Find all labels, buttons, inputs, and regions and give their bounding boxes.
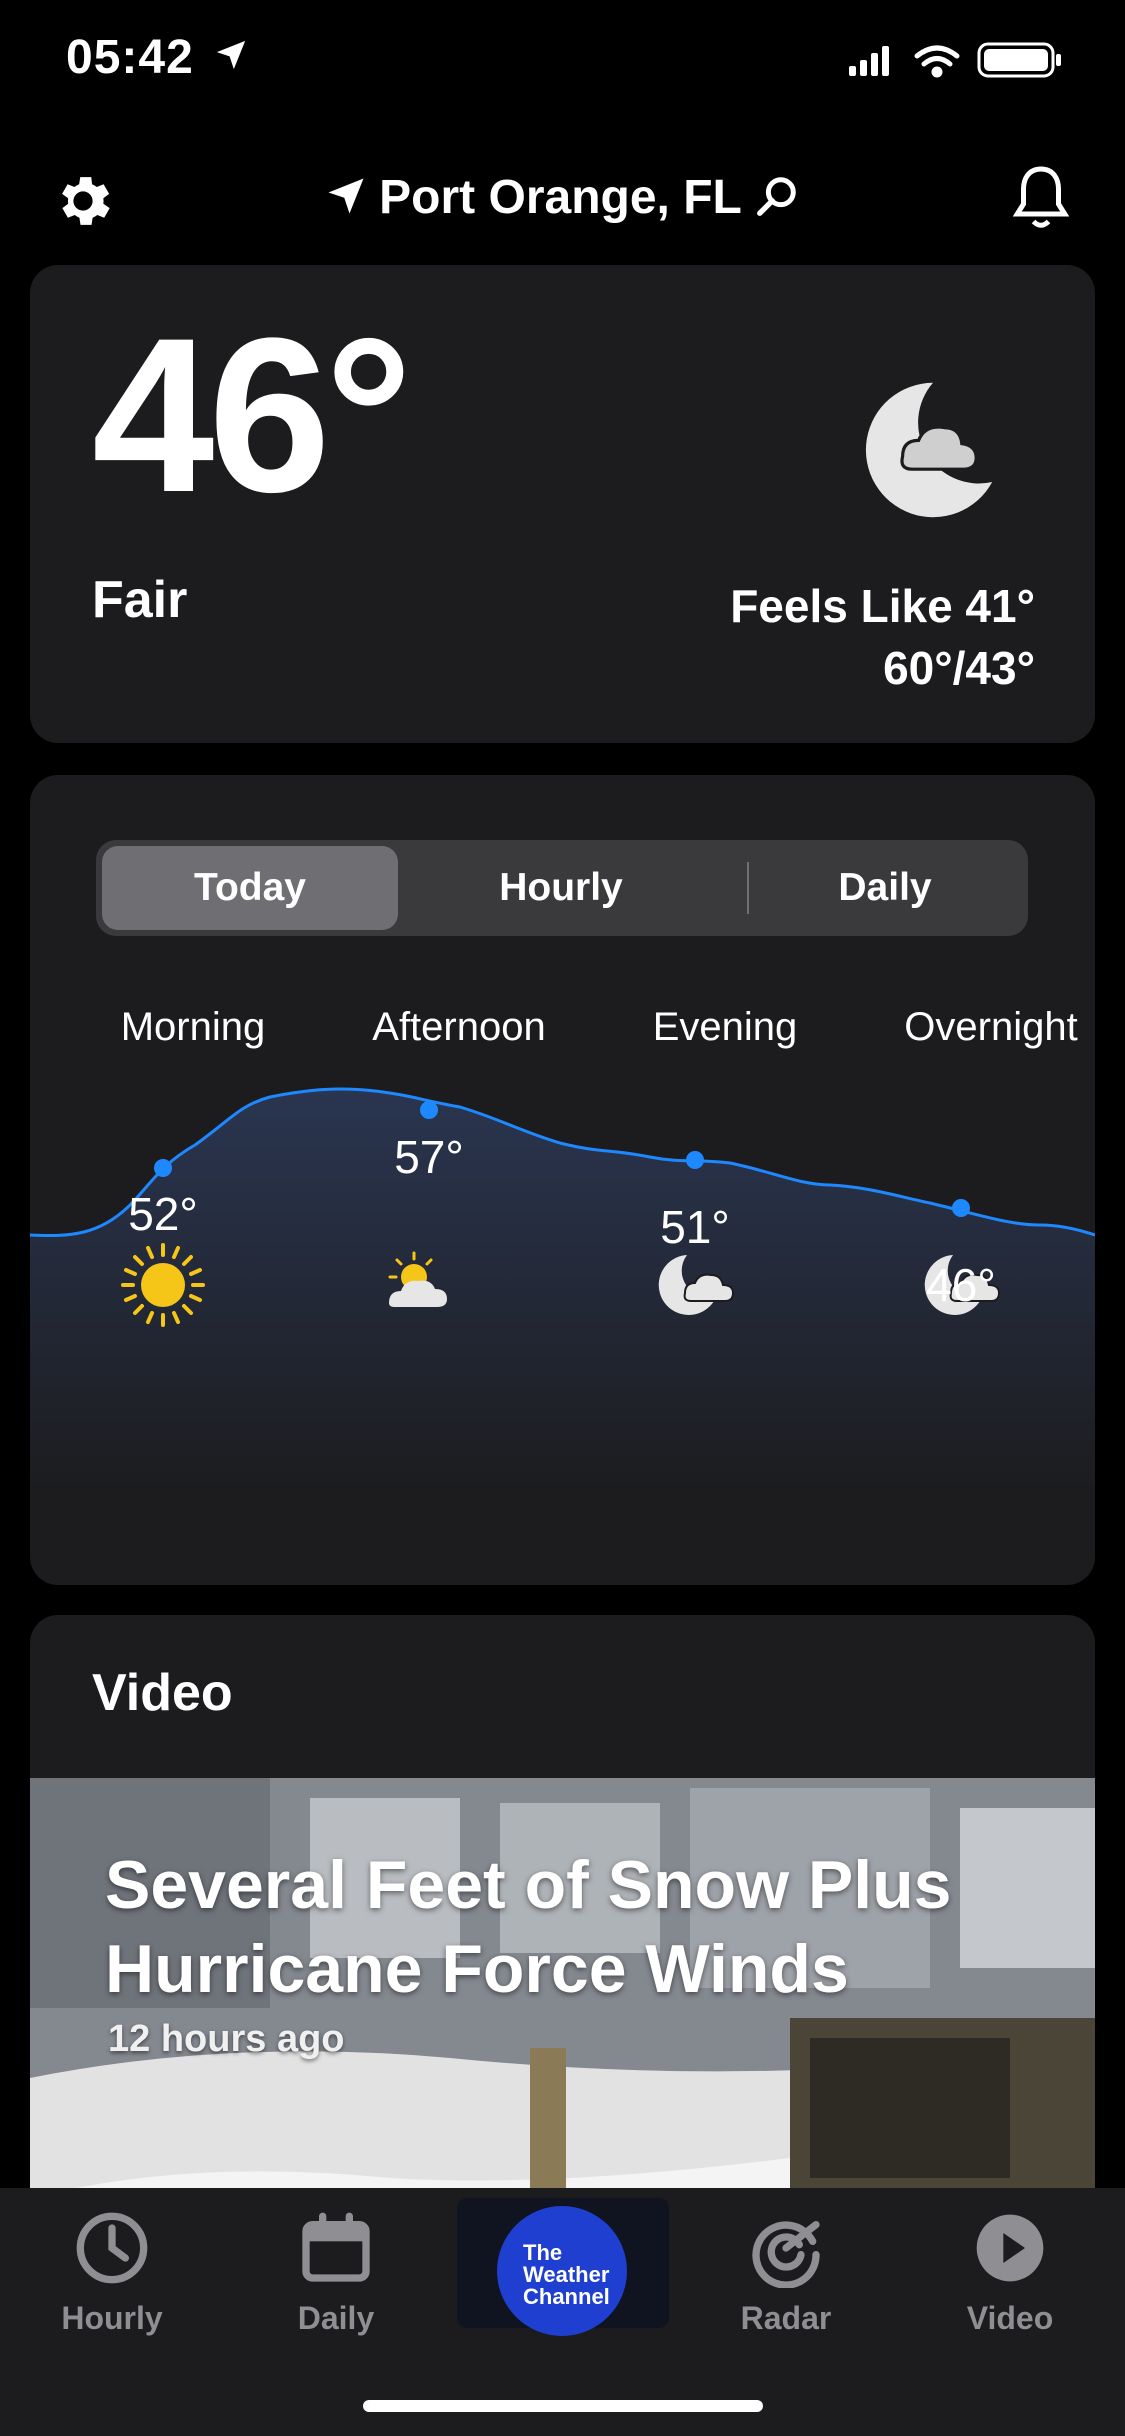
video-section-title: Video	[92, 1664, 233, 1722]
period-afternoon: Afternoon	[372, 1005, 546, 1049]
bottom-tab-bar: Hourly Daily The Weather Channel Radar V…	[0, 2188, 1125, 2436]
feels-like-block: Feels Like 41° 60°/43°	[730, 575, 1035, 699]
tabbar-radar-label: Radar	[740, 2300, 832, 2336]
play-icon	[976, 2214, 1044, 2282]
tabbar-daily[interactable]: Daily	[256, 2208, 416, 2337]
location-services-icon	[216, 40, 246, 70]
logo-line-3: Channel	[523, 2284, 610, 2309]
header: Port Orange, FL	[0, 150, 1125, 250]
afternoon-temp: 57°	[394, 1131, 464, 1183]
moon-cloud-icon	[865, 382, 993, 518]
status-bar: 05:42	[0, 0, 1125, 120]
tab-daily[interactable]: Daily	[750, 840, 1020, 936]
location-name: Port Orange, FL	[379, 171, 742, 224]
tab-today[interactable]: Today	[102, 840, 398, 936]
afternoon-temp-point	[420, 1101, 438, 1119]
tabbar-video[interactable]: Video	[930, 2208, 1090, 2337]
tabbar-radar[interactable]: Radar	[706, 2208, 866, 2337]
condition-text: Fair	[92, 571, 188, 629]
feels-like-text: Feels Like 41°	[730, 580, 1035, 632]
high-low-text: 60°/43°	[883, 642, 1035, 694]
current-conditions-card[interactable]: 46° Fair Feels Like 41° 60°/43°	[30, 265, 1095, 743]
clock-icon	[76, 2212, 148, 2284]
overnight-temp-point	[952, 1199, 970, 1217]
status-time: 05:42	[66, 31, 194, 84]
video-timestamp: 12 hours ago	[108, 2018, 345, 2060]
wifi-icon	[914, 45, 960, 78]
period-overnight: Overnight	[904, 1005, 1078, 1049]
period-evening: Evening	[652, 1005, 798, 1049]
signal-icon	[849, 46, 889, 76]
tabbar-video-label: Video	[966, 2300, 1054, 2336]
tabbar-hourly[interactable]: Hourly	[32, 2208, 192, 2337]
forecast-segmented-control: Today Hourly Daily	[96, 840, 1028, 936]
overnight-temp: 46°	[926, 1259, 996, 1311]
location-selector[interactable]: Port Orange, FL	[0, 170, 1125, 225]
sun-icon	[121, 1243, 205, 1327]
evening-temp-point	[686, 1151, 704, 1169]
segment-divider	[747, 862, 749, 914]
battery-icon	[977, 42, 1061, 78]
evening-temp: 51°	[660, 1201, 730, 1253]
home-indicator[interactable]	[363, 2400, 763, 2412]
period-morning: Morning	[120, 1005, 266, 1049]
status-indicators	[849, 42, 1061, 78]
morning-temp-point	[154, 1159, 172, 1177]
tab-hourly[interactable]: Hourly	[406, 840, 716, 936]
video-headline[interactable]: Several Feet of Snow Plus Hurricane Forc…	[105, 1843, 1065, 2011]
radar-icon	[752, 2221, 820, 2288]
tabbar-daily-label: Daily	[297, 2300, 375, 2336]
tabbar-hourly-label: Hourly	[61, 2300, 163, 2336]
search-icon[interactable]	[754, 173, 800, 219]
weather-channel-logo[interactable]: The Weather Channel	[497, 2206, 627, 2336]
notifications-bell-icon[interactable]	[1011, 164, 1071, 234]
logo-line-2: Weather	[523, 2262, 610, 2287]
navigation-arrow-icon	[328, 178, 364, 214]
current-temperature: 46°	[92, 292, 413, 538]
morning-temp: 52°	[128, 1188, 198, 1240]
logo-line-1: The	[523, 2240, 563, 2265]
calendar-icon	[302, 2212, 370, 2282]
forecast-card: Today Hourly Daily Morning Afternoon Eve…	[30, 775, 1095, 1585]
